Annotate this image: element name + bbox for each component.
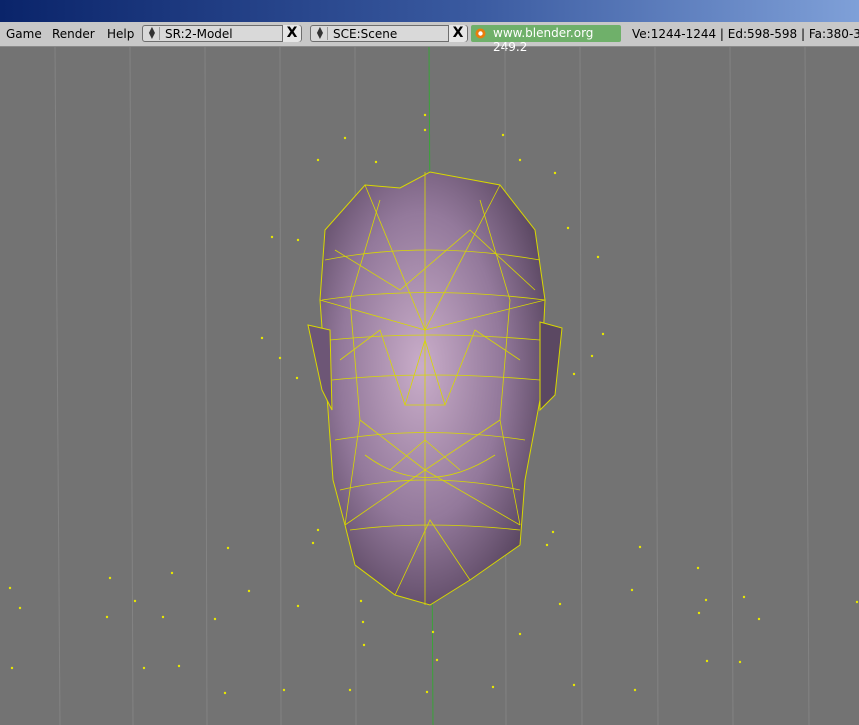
scene-browse-icon[interactable]: ▲ ▼ (313, 26, 328, 40)
menu-render[interactable]: Render (52, 27, 95, 41)
info-header: Game Render Help ▲ ▼ SR:2-Model X ▲ ▼ SCE:… (0, 22, 859, 54)
head-mesh[interactable] (307, 171, 563, 606)
window-title-bar (0, 0, 859, 22)
menu-help[interactable]: Help (107, 27, 134, 41)
blender-website-link[interactable]: www.blender.org 249.2 (471, 25, 621, 54)
screen-browse-icon[interactable]: ▲ ▼ (145, 26, 160, 40)
scene-delete-button[interactable]: X (448, 25, 467, 42)
screen-delete-button[interactable]: X (282, 25, 301, 42)
screen-selector[interactable]: ▲ ▼ SR:2-Model X (142, 25, 302, 42)
mesh-stats: Ve:1244-1244 | Ed:598-598 | Fa:380-3 (632, 27, 859, 41)
3d-viewport[interactable] (0, 47, 859, 725)
menu-game[interactable]: Game (6, 27, 42, 41)
scene-name[interactable]: SCE:Scene (333, 27, 397, 41)
screen-name[interactable]: SR:2-Model (165, 27, 233, 41)
scene-selector[interactable]: ▲ ▼ SCE:Scene X (310, 25, 468, 42)
blender-logo-icon (475, 28, 486, 39)
